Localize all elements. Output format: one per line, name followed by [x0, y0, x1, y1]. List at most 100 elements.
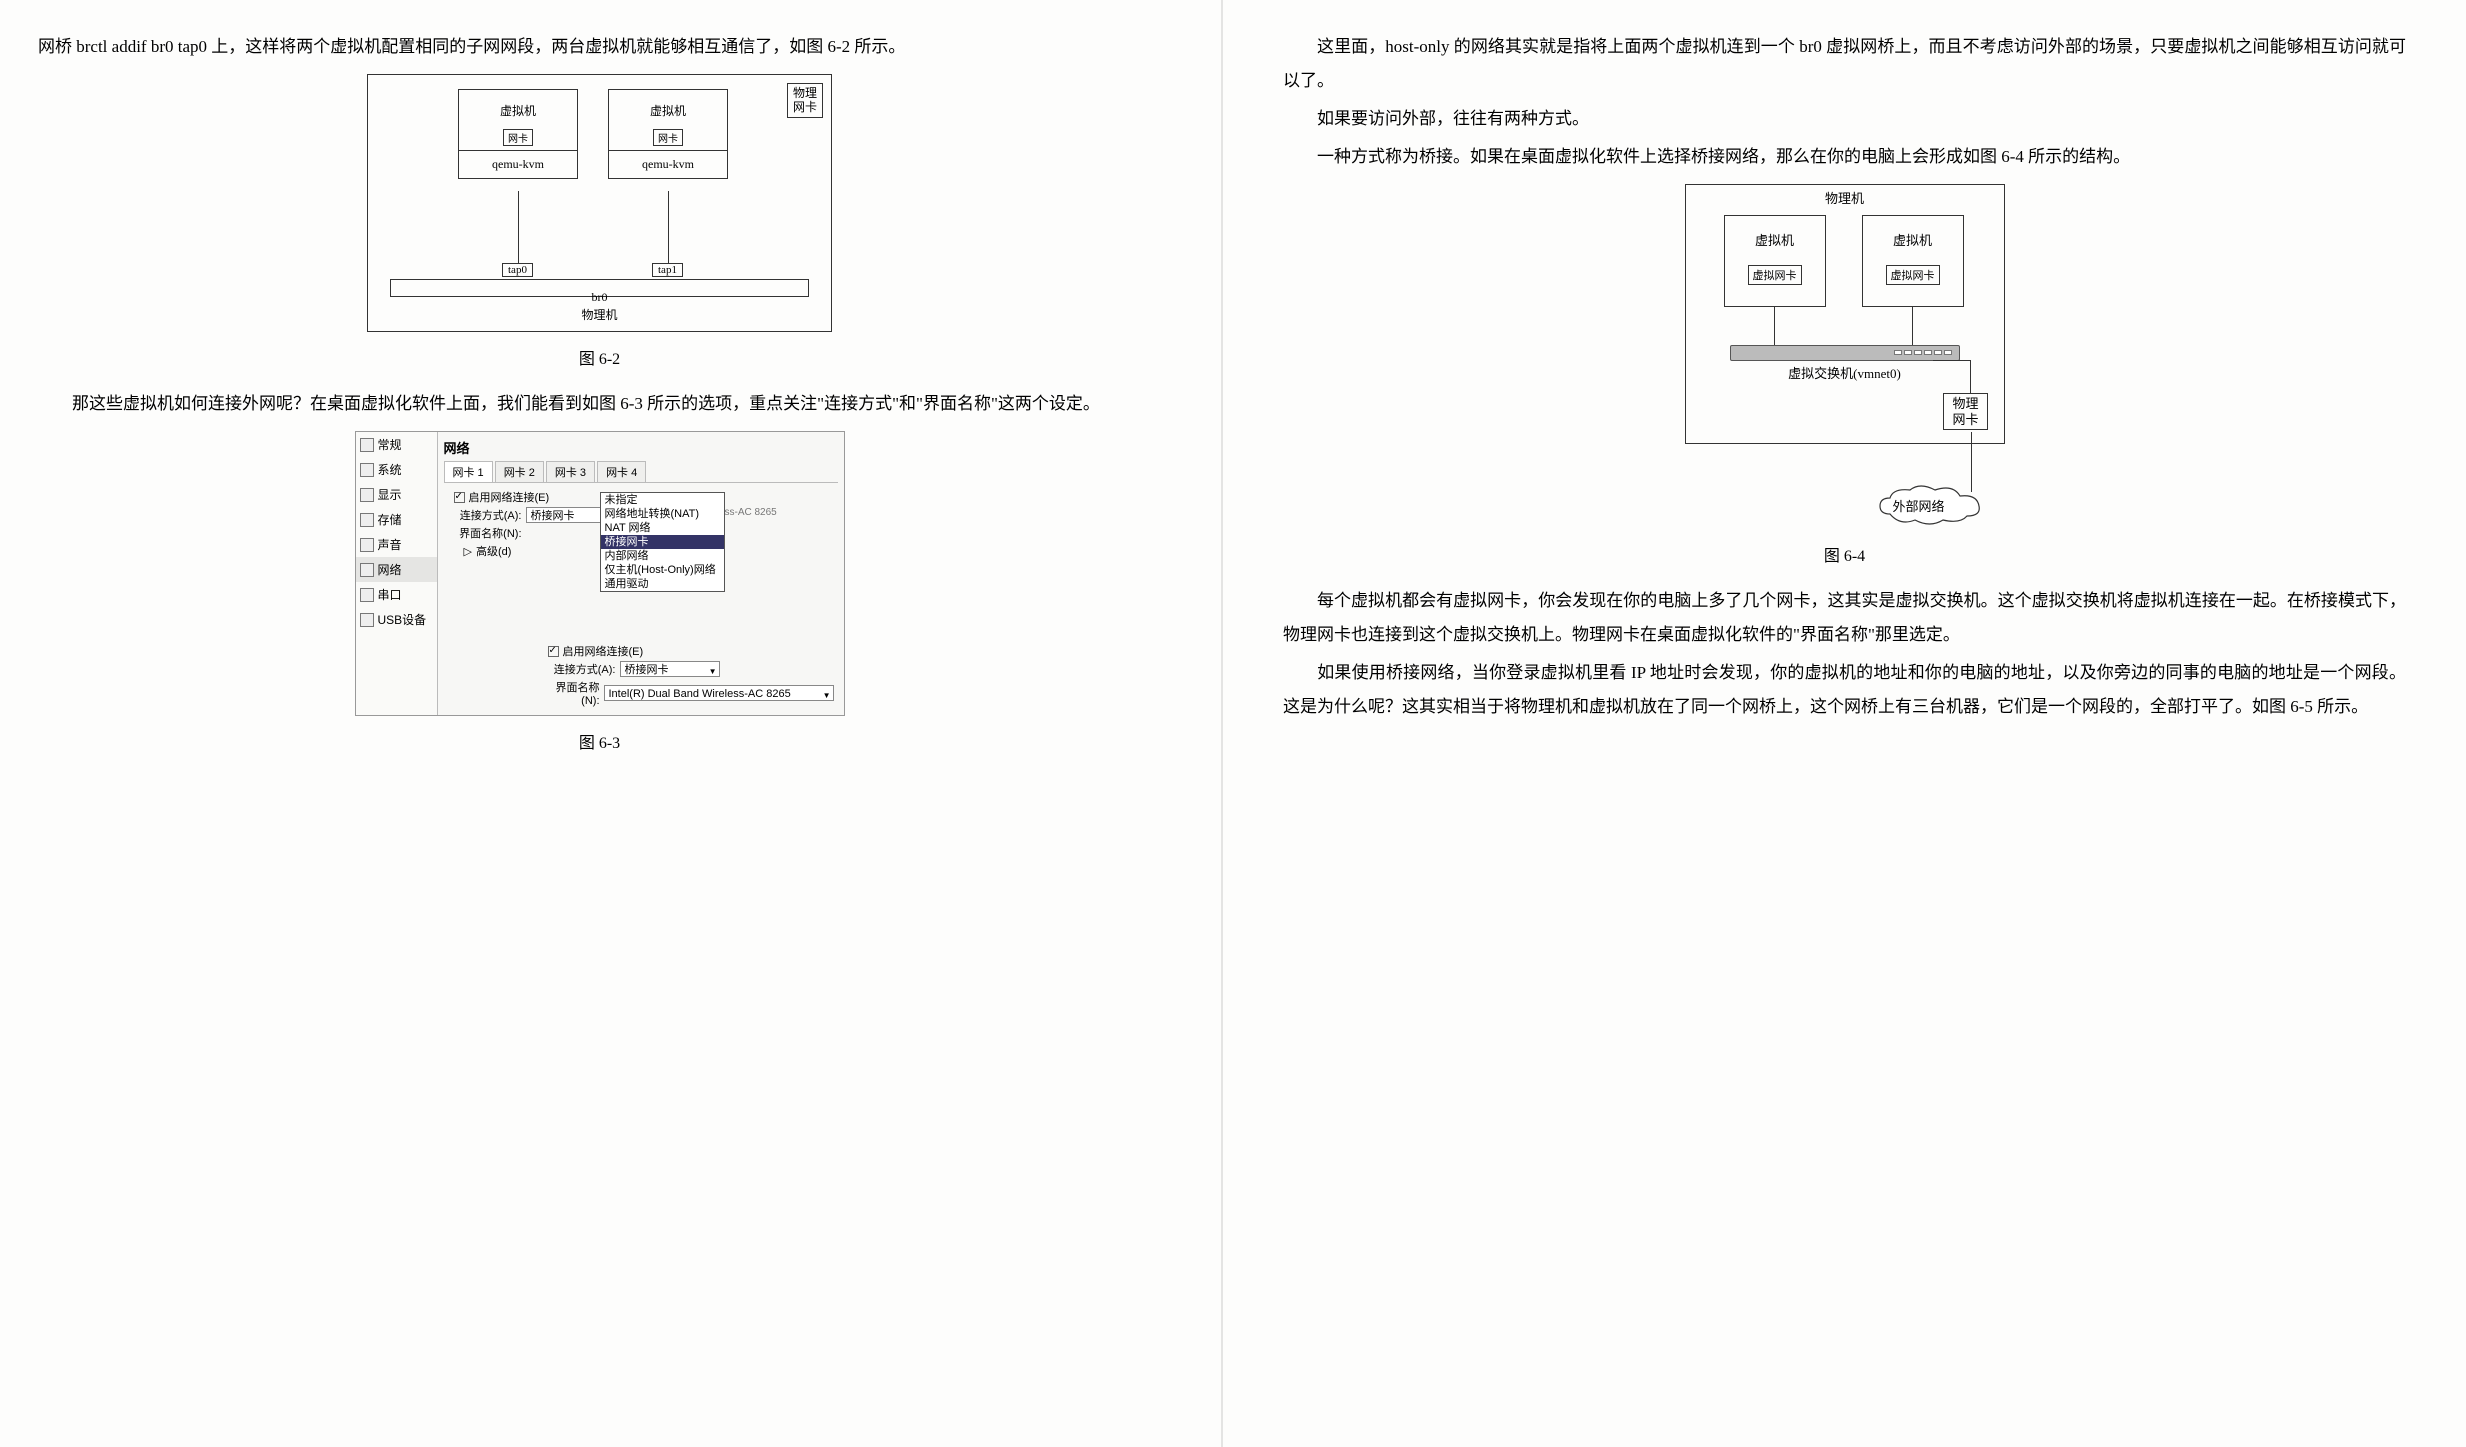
figure-6-2: 物理 网卡 虚拟机 网卡 qemu-kvm 虚拟机 网卡 qemu-kvm [38, 74, 1161, 337]
conn-value: 桥接网卡 [531, 510, 575, 522]
sidebar-item-serial[interactable]: 串口 [356, 582, 437, 607]
iface2-value: Intel(R) Dual Band Wireless-AC 8265 [609, 688, 791, 700]
chevron-down-icon: ▼ [823, 688, 831, 704]
triangle-right-icon: ▷ [464, 545, 472, 558]
display-icon [360, 488, 374, 502]
physical-nic-box: 物理 网卡 [1943, 393, 1987, 430]
audio-icon [360, 538, 374, 552]
host-title: 物理机 [1686, 185, 2004, 210]
br0-box: br0 [390, 279, 809, 297]
settings-sidebar: 常规 系统 显示 存储 声音 网络 串口 USB设备 [356, 432, 438, 715]
vnic-a: 虚拟网卡 [1748, 265, 1802, 285]
switch-label: 虚拟交换机(vmnet0) [1686, 363, 2004, 382]
nic-label-a: 网卡 [503, 129, 533, 146]
bottom-block: 启用网络连接(E) 连接方式(A): 桥接网卡 ▼ 界面名称(N): Intel(… [538, 641, 834, 709]
figure-6-4: 物理机 虚拟机 虚拟网卡 虚拟机 虚拟网卡 [1283, 184, 2406, 534]
port-icon [1924, 350, 1932, 355]
opt-internal[interactable]: 内部网络 [601, 549, 724, 563]
tab-adapter1[interactable]: 网卡 1 [444, 461, 493, 482]
enable-checkbox[interactable] [454, 492, 465, 503]
fig63-caption: 图 6-3 [38, 729, 1161, 753]
sidebar-item-system[interactable]: 系统 [356, 457, 437, 482]
sidebar-label-display: 显示 [378, 486, 402, 503]
port-icon [1944, 350, 1952, 355]
chevron-down-icon: ▼ [709, 664, 717, 680]
r-para3: 一种方式称为桥接。如果在桌面虚拟化软件上选择桥接网络，那么在你的电脑上会形成如图… [1283, 140, 2406, 174]
vm-line-b [1912, 307, 1913, 345]
port-icon [1934, 350, 1942, 355]
sidebar-label-system: 系统 [378, 461, 402, 478]
conn2-combo[interactable]: 桥接网卡 ▼ [620, 661, 720, 677]
vswitch [1730, 345, 1960, 361]
vm-stack-a: 虚拟机 网卡 qemu-kvm [458, 89, 578, 179]
para-1: 网桥 brctl addif br0 tap0 上，这样将两个虚拟机配置相同的子… [38, 30, 1161, 64]
adapter-tabs: 网卡 1 网卡 2 网卡 3 网卡 4 [444, 461, 838, 483]
iface2-combo[interactable]: Intel(R) Dual Band Wireless-AC 8265 ▼ [604, 685, 834, 701]
vm-label-a: 虚拟机 [500, 104, 536, 118]
tab-adapter2[interactable]: 网卡 2 [495, 461, 544, 482]
figure-6-3: 常规 系统 显示 存储 声音 网络 串口 USB设备 网络 网卡 1 网卡 2 … [38, 431, 1161, 721]
enable2-row: 启用网络连接(E) [548, 643, 834, 659]
vm-stack-b: 虚拟机 网卡 qemu-kvm [608, 89, 728, 179]
conn-label: 连接方式(A): [454, 507, 526, 523]
sidebar-item-audio[interactable]: 声音 [356, 532, 437, 557]
pnic-line2: 网卡 [1952, 412, 1978, 427]
opt-bridged[interactable]: 桥接网卡 [601, 535, 724, 549]
conn-dropdown[interactable]: 未指定 网络地址转换(NAT) NAT 网络 桥接网卡 内部网络 仅主机(Hos… [600, 492, 725, 592]
usb-icon [360, 613, 374, 627]
vm-b-label: 虚拟机 [1893, 233, 1932, 248]
sidebar-item-general[interactable]: 常规 [356, 432, 437, 457]
sidebar-label-serial: 串口 [378, 586, 402, 603]
tab-adapter4[interactable]: 网卡 4 [597, 461, 646, 482]
r-para1: 这里面，host-only 的网络其实就是指将上面两个虚拟机连到一个 br0 虚… [1283, 30, 2406, 98]
conn2-value: 桥接网卡 [625, 664, 669, 676]
host-box: 物理机 虚拟机 虚拟网卡 虚拟机 虚拟网卡 [1685, 184, 2005, 444]
tap1-label: tap1 [652, 263, 683, 277]
conn2-label: 连接方式(A): [548, 661, 620, 677]
settings-title: 网络 [444, 436, 838, 461]
port-icon [1914, 350, 1922, 355]
para-2: 那这些虚拟机如何连接外网呢？在桌面虚拟化软件上面，我们能看到如图 6-3 所示的… [38, 387, 1161, 421]
enable-label: 启用网络连接(E) [469, 489, 550, 505]
opt-generic[interactable]: 通用驱动 [601, 577, 724, 591]
sidebar-item-usb[interactable]: USB设备 [356, 607, 437, 632]
vm-label-b: 虚拟机 [650, 104, 686, 118]
vm-box-a: 虚拟机 网卡 [458, 89, 578, 151]
switch-ports [1893, 348, 1953, 364]
sidebar-item-storage[interactable]: 存储 [356, 507, 437, 532]
qemu-a: qemu-kvm [458, 150, 578, 179]
enable2-checkbox[interactable] [548, 646, 559, 657]
iface-label: 界面名称(N): [454, 525, 526, 541]
opt-unspecified[interactable]: 未指定 [601, 493, 724, 507]
sidebar-item-display[interactable]: 显示 [356, 482, 437, 507]
sidebar-label-network: 网络 [378, 561, 402, 578]
sidebar-label-usb: USB设备 [378, 611, 427, 628]
tab-adapter3[interactable]: 网卡 3 [546, 461, 595, 482]
qemu-b: qemu-kvm [608, 150, 728, 179]
page-left: 网桥 brctl addif br0 tap0 上，这样将两个虚拟机配置相同的子… [0, 0, 1221, 1447]
iface2-row: 界面名称(N): Intel(R) Dual Band Wireless-AC … [548, 679, 834, 707]
iface2-label: 界面名称(N): [548, 679, 604, 707]
vm-b: 虚拟机 虚拟网卡 [1862, 215, 1964, 307]
conn2-row: 连接方式(A): 桥接网卡 ▼ [548, 661, 834, 677]
book-spread: 网桥 brctl addif br0 tap0 上，这样将两个虚拟机配置相同的子… [0, 0, 2466, 1447]
opt-natnet[interactable]: NAT 网络 [601, 521, 724, 535]
opt-nat[interactable]: 网络地址转换(NAT) [601, 507, 724, 521]
iface-hint: ss-AC 8265 [725, 507, 777, 518]
opt-hostonly[interactable]: 仅主机(Host-Only)网络 [601, 563, 724, 577]
r-para4: 每个虚拟机都会有虚拟网卡，你会发现在你的电脑上多了几个网卡，这其实是虚拟交换机。… [1283, 584, 2406, 652]
vm-a-label: 虚拟机 [1755, 233, 1794, 248]
vm-a: 虚拟机 虚拟网卡 [1724, 215, 1826, 307]
serial-icon [360, 588, 374, 602]
nic-label-b: 网卡 [653, 129, 683, 146]
vm-line-a [1774, 307, 1775, 345]
pnic-hline [1933, 360, 1970, 361]
phys-line2: 网卡 [793, 100, 817, 114]
phys-line1: 物理 [793, 86, 817, 100]
port-icon [1894, 350, 1902, 355]
vm-box-b: 虚拟机 网卡 [608, 89, 728, 151]
storage-icon [360, 513, 374, 527]
line-b [668, 191, 669, 263]
tap0-label: tap0 [502, 263, 533, 277]
sidebar-item-network[interactable]: 网络 [356, 557, 437, 582]
